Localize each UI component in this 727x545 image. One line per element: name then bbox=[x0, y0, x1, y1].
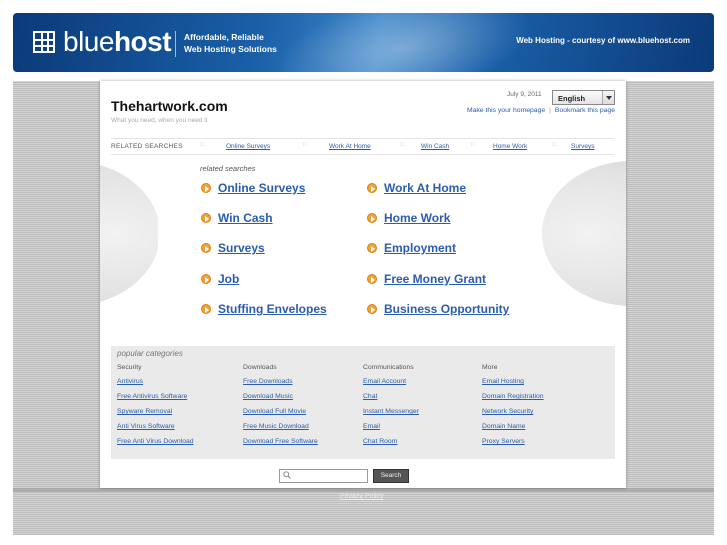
logo-text-light: blue bbox=[63, 26, 114, 57]
bullet-icon: □ bbox=[303, 142, 307, 148]
related-bar-item[interactable]: Win Cash bbox=[421, 143, 449, 150]
chevron-down-icon[interactable] bbox=[602, 91, 614, 104]
language-select-value: English bbox=[558, 94, 586, 103]
popular-link[interactable]: Download Full Movie bbox=[243, 407, 369, 422]
popular-link[interactable]: Domain Name bbox=[482, 422, 608, 437]
tagline-line-2: Web Hosting Solutions bbox=[184, 44, 277, 54]
search-button[interactable]: Search bbox=[373, 469, 409, 483]
make-homepage-link[interactable]: Make this your homepage bbox=[467, 107, 545, 114]
related-search-link[interactable]: Business Opportunity bbox=[367, 302, 509, 316]
popular-column-security: Security Antivirus Free Antivirus Softwa… bbox=[117, 364, 243, 452]
popular-link[interactable]: Download Free Software bbox=[243, 437, 369, 452]
related-search-link[interactable]: Stuffing Envelopes bbox=[201, 302, 327, 316]
arrow-right-icon bbox=[201, 243, 211, 253]
bullet-icon: □ bbox=[471, 142, 475, 148]
popular-link[interactable]: Download Music bbox=[243, 392, 369, 407]
related-search-link[interactable]: Surveys bbox=[201, 241, 265, 255]
popular-link[interactable]: Antivirus bbox=[117, 377, 243, 392]
arrow-right-icon bbox=[367, 243, 377, 253]
popular-link[interactable]: Anti Virus Software bbox=[117, 422, 243, 437]
popular-link[interactable]: Proxy Servers bbox=[482, 437, 608, 452]
popular-categories-title: popular categories bbox=[117, 349, 183, 358]
arrow-right-icon bbox=[367, 183, 377, 193]
search-input[interactable] bbox=[279, 469, 368, 483]
related-bar-item[interactable]: Work At Home bbox=[329, 143, 371, 150]
arrow-right-icon bbox=[367, 304, 377, 314]
popular-link[interactable]: Instant Messenger bbox=[363, 407, 489, 422]
popular-column-head: Downloads bbox=[243, 364, 277, 371]
courtesy-link[interactable]: Web Hosting - courtesy of www.bluehost.c… bbox=[516, 36, 690, 45]
popular-link[interactable]: Free Anti Virus Download bbox=[117, 437, 243, 452]
related-search-link[interactable]: Work At Home bbox=[367, 181, 466, 195]
bluehost-header-banner: bluehost Affordable, Reliable Web Hostin… bbox=[13, 13, 714, 72]
arrow-right-icon bbox=[201, 183, 211, 193]
popular-column-downloads: Downloads Free Downloads Download Music … bbox=[243, 364, 369, 452]
arrow-right-icon bbox=[367, 274, 377, 284]
related-search-link[interactable]: Online Surveys bbox=[201, 181, 305, 195]
popular-column-more: More Email Hosting Domain Registration N… bbox=[482, 364, 608, 452]
related-search-link[interactable]: Free Money Grant bbox=[367, 272, 486, 286]
popular-categories: popular categories Security Antivirus Fr… bbox=[111, 346, 615, 459]
date-label: July 9, 2011 bbox=[507, 91, 542, 98]
tagline: Affordable, Reliable Web Hosting Solutio… bbox=[175, 31, 277, 57]
related-bar-item[interactable]: Home Work bbox=[493, 143, 527, 150]
arrow-right-icon bbox=[201, 304, 211, 314]
popular-link[interactable]: Network Security bbox=[482, 407, 608, 422]
related-search-link[interactable]: Win Cash bbox=[201, 211, 273, 225]
related-search-link[interactable]: Employment bbox=[367, 241, 456, 255]
decorative-orb-left bbox=[100, 161, 158, 306]
popular-column-head: Communications bbox=[363, 364, 414, 371]
popular-link[interactable]: Free Music Download bbox=[243, 422, 369, 437]
footer-divider bbox=[13, 488, 714, 492]
bookmark-link[interactable]: Bookmark this page bbox=[555, 107, 615, 114]
related-searches-bar: RELATED SEARCHES □ Online Surveys □ Work… bbox=[111, 138, 615, 155]
arrow-right-icon bbox=[367, 213, 377, 223]
related-searches-bar-label: RELATED SEARCHES bbox=[111, 143, 183, 150]
popular-link[interactable]: Chat bbox=[363, 392, 489, 407]
bullet-icon: □ bbox=[552, 142, 556, 148]
popular-link[interactable]: Email bbox=[363, 422, 489, 437]
related-searches-label: related searches bbox=[200, 164, 256, 173]
popular-link[interactable]: Free Downloads bbox=[243, 377, 369, 392]
arrow-right-icon bbox=[201, 274, 211, 284]
popular-link[interactable]: Free Antivirus Software bbox=[117, 392, 243, 407]
content-panel: Thehartwork.com What you need, when you … bbox=[100, 81, 626, 488]
grid-logo-icon bbox=[33, 31, 55, 53]
search-icon bbox=[283, 471, 291, 479]
language-select[interactable]: English bbox=[552, 90, 615, 105]
popular-link[interactable]: Domain Registration bbox=[482, 392, 608, 407]
related-search-link[interactable]: Home Work bbox=[367, 211, 450, 225]
popular-link[interactable]: Email Account bbox=[363, 377, 489, 392]
bluehost-logo[interactable]: bluehost bbox=[33, 26, 172, 57]
popular-column-head: Security bbox=[117, 364, 142, 371]
bullet-icon: □ bbox=[200, 142, 204, 148]
decorative-orb-right bbox=[542, 161, 626, 306]
related-bar-item[interactable]: Online Surveys bbox=[226, 143, 270, 150]
related-bar-item[interactable]: Surveys bbox=[571, 143, 594, 150]
popular-link[interactable]: Chat Room bbox=[363, 437, 489, 452]
popular-column-communications: Communications Email Account Chat Instan… bbox=[363, 364, 489, 452]
site-title: Thehartwork.com bbox=[111, 98, 228, 114]
site-subtitle: What you need, when you need it bbox=[111, 117, 208, 124]
privacy-policy-link[interactable]: Privacy Policy bbox=[340, 493, 384, 500]
popular-link[interactable]: Spyware Removal bbox=[117, 407, 243, 422]
top-links-separator: | bbox=[549, 107, 551, 114]
popular-column-head: More bbox=[482, 364, 498, 371]
tagline-line-1: Affordable, Reliable bbox=[184, 32, 264, 42]
popular-link[interactable]: Email Hosting bbox=[482, 377, 608, 392]
arrow-right-icon bbox=[201, 213, 211, 223]
top-links: Make this your homepage | Bookmark this … bbox=[467, 107, 615, 114]
related-search-link[interactable]: Job bbox=[201, 272, 239, 286]
logo-text-bold: host bbox=[113, 26, 172, 57]
bullet-icon: □ bbox=[400, 142, 404, 148]
